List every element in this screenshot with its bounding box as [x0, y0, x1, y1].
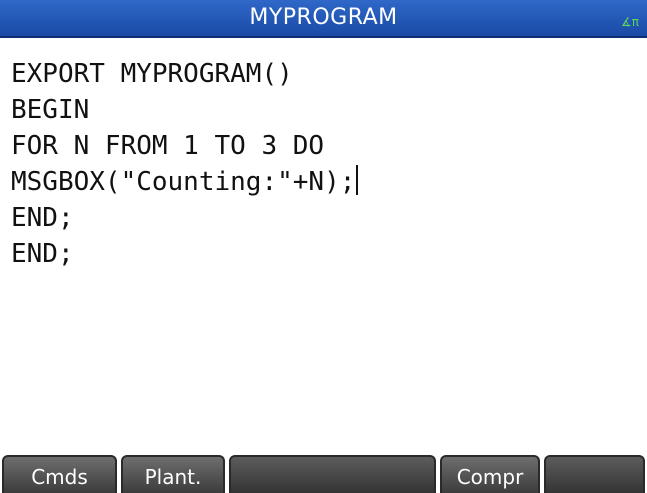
- check-softkey[interactable]: Compr: [440, 455, 540, 493]
- code-line-text: FOR N FROM 1 TO 3 DO: [11, 131, 325, 161]
- code-line-text: END;: [11, 239, 74, 269]
- code-line-text: EXPORT MYPROGRAM(): [11, 59, 293, 89]
- cmds-softkey[interactable]: Cmds: [2, 455, 117, 493]
- code-line-text: MSGBOX("Counting:"+N);: [11, 167, 356, 197]
- blank-softkey[interactable]: [229, 455, 436, 493]
- title-bar: MYPROGRAM ∡π: [0, 0, 647, 38]
- code-line[interactable]: END;: [11, 236, 647, 272]
- blank-softkey[interactable]: [544, 455, 645, 493]
- code-line[interactable]: MSGBOX("Counting:"+N);: [11, 164, 647, 200]
- softkey-menu: Cmds Plant. Compr: [0, 455, 647, 493]
- program-title: MYPROGRAM: [249, 5, 398, 30]
- text-cursor: [356, 165, 359, 195]
- templates-softkey[interactable]: Plant.: [121, 455, 225, 493]
- code-line[interactable]: EXPORT MYPROGRAM(): [11, 56, 647, 92]
- code-line-text: END;: [11, 203, 74, 233]
- code-line-text: BEGIN: [11, 95, 90, 125]
- calculator-screen: MYPROGRAM ∡π EXPORT MYPROGRAM() BEGIN FO…: [0, 0, 647, 493]
- code-line[interactable]: FOR N FROM 1 TO 3 DO: [11, 128, 647, 164]
- code-line[interactable]: END;: [11, 200, 647, 236]
- angle-mode-icon: ∡π: [621, 15, 639, 29]
- program-editor[interactable]: EXPORT MYPROGRAM() BEGIN FOR N FROM 1 TO…: [0, 38, 647, 453]
- code-line[interactable]: BEGIN: [11, 92, 647, 128]
